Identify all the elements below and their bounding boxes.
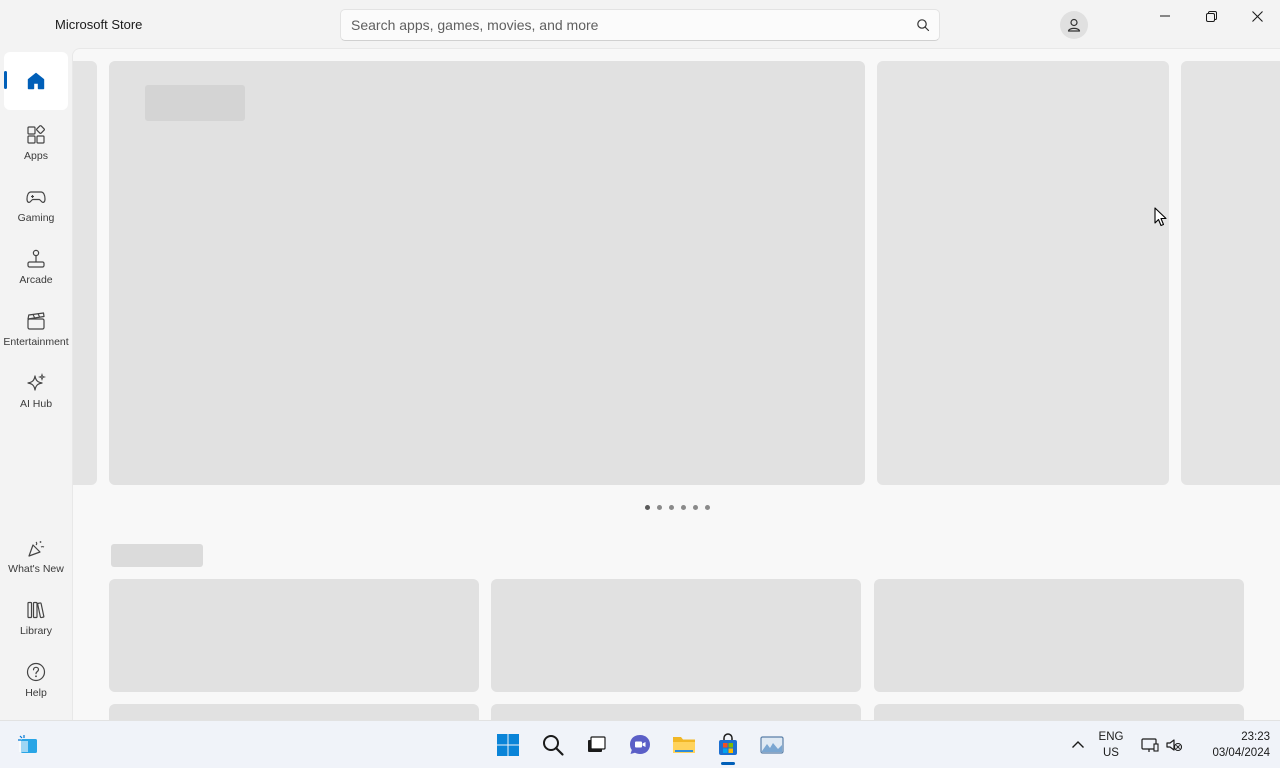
- sidebar-item-home[interactable]: [4, 52, 68, 110]
- account-avatar[interactable]: [1060, 11, 1088, 39]
- sidebar-item-gaming[interactable]: Gaming: [4, 176, 68, 234]
- sidebar-item-help[interactable]: Help: [4, 651, 68, 709]
- sidebar-item-apps[interactable]: Apps: [4, 114, 68, 172]
- photos-button[interactable]: [756, 729, 788, 761]
- help-icon: [26, 662, 46, 682]
- carousel-pagination: [645, 505, 710, 510]
- microsoft-store-taskbar-button[interactable]: [712, 729, 744, 765]
- carousel-dot[interactable]: [693, 505, 698, 510]
- carousel-dot[interactable]: [705, 505, 710, 510]
- photos-icon: [760, 736, 784, 754]
- clock-date: 03/04/2024: [1212, 747, 1270, 759]
- minimize-button[interactable]: [1142, 0, 1188, 32]
- product-card[interactable]: [874, 579, 1244, 692]
- hero-card-previous[interactable]: [73, 61, 97, 485]
- hero-card-next[interactable]: [877, 61, 1169, 485]
- sidebar-item-library[interactable]: Library: [4, 589, 68, 647]
- library-icon: [27, 601, 45, 619]
- title-bar: Microsoft Store: [0, 0, 1280, 48]
- sidebar-item-label: What's New: [8, 563, 64, 575]
- main-content: [72, 48, 1280, 720]
- search-icon: [543, 735, 564, 756]
- minimize-icon: [1160, 15, 1170, 17]
- windows-logo-icon: [497, 734, 519, 756]
- taskbar: ENG US 23:23 03/04/2024: [0, 720, 1280, 768]
- gamepad-icon: [26, 191, 46, 203]
- start-button[interactable]: [492, 729, 524, 761]
- sidebar-item-whats-new[interactable]: What's New: [4, 527, 68, 585]
- sidebar-item-label: Library: [19, 625, 53, 637]
- task-view-button[interactable]: [580, 729, 612, 761]
- sidebar-item-entertainment[interactable]: Entertainment: [3, 300, 69, 358]
- widgets-button[interactable]: [12, 729, 44, 761]
- hero-card-peek[interactable]: [1181, 61, 1280, 485]
- app-title: Microsoft Store: [55, 17, 143, 32]
- carousel-dot[interactable]: [681, 505, 686, 510]
- product-card[interactable]: [109, 704, 479, 720]
- party-popper-icon: [28, 541, 45, 557]
- sidebar-item-label: AI Hub: [19, 398, 53, 410]
- sidebar-item-label: Gaming: [17, 212, 55, 224]
- chevron-up-icon: [1072, 741, 1084, 748]
- sidebar-item-label: Apps: [24, 150, 48, 162]
- sidebar-item-label: Help: [25, 687, 47, 699]
- teams-chat-button[interactable]: [624, 729, 656, 761]
- carousel-dot[interactable]: [645, 505, 650, 510]
- section-heading-placeholder: [111, 544, 203, 567]
- region-code: US: [1103, 747, 1119, 759]
- search-taskbar-button[interactable]: [537, 729, 569, 761]
- active-indicator: [4, 71, 7, 89]
- sidebar-item-label: Arcade: [19, 274, 53, 286]
- search-box[interactable]: [340, 9, 940, 41]
- joystick-icon: [27, 249, 45, 268]
- volume-muted-icon: [1166, 739, 1183, 752]
- task-view-icon: [588, 736, 606, 752]
- sidebar-item-arcade[interactable]: Arcade: [4, 238, 68, 296]
- sparkle-icon: [27, 373, 46, 391]
- volume-status-button[interactable]: [1158, 729, 1190, 761]
- carousel-dot[interactable]: [657, 505, 662, 510]
- restore-icon: [1205, 10, 1217, 22]
- show-hidden-icons-button[interactable]: [1062, 729, 1094, 761]
- search-input[interactable]: [341, 10, 939, 40]
- active-app-indicator: [721, 762, 735, 765]
- sidebar-nav: Apps Gaming Arcade Entertainment AI Hub …: [0, 48, 72, 720]
- home-icon: [27, 72, 45, 90]
- language-indicator[interactable]: ENG US: [1094, 729, 1128, 761]
- search-icon[interactable]: [916, 18, 930, 32]
- product-card[interactable]: [491, 704, 861, 720]
- store-icon: [719, 733, 737, 755]
- sidebar-item-label: Entertainment: [3, 336, 69, 348]
- widgets-icon: [18, 735, 37, 753]
- carousel-dot[interactable]: [669, 505, 674, 510]
- restore-button[interactable]: [1188, 0, 1234, 32]
- folder-icon: [673, 737, 695, 753]
- network-icon: [1141, 738, 1159, 752]
- hero-card-main[interactable]: [109, 61, 865, 485]
- chat-icon: [630, 735, 650, 754]
- hero-title-placeholder: [145, 85, 245, 121]
- product-card[interactable]: [491, 579, 861, 692]
- clock-time: 23:23: [1241, 731, 1270, 743]
- product-card[interactable]: [874, 704, 1244, 720]
- apps-icon: [27, 125, 45, 144]
- close-icon: [1251, 10, 1263, 22]
- file-explorer-button[interactable]: [668, 729, 700, 761]
- mouse-cursor-icon: [1154, 207, 1167, 227]
- sidebar-item-ai-hub[interactable]: AI Hub: [4, 362, 68, 420]
- close-button[interactable]: [1234, 0, 1280, 32]
- clapperboard-icon: [27, 312, 45, 330]
- language-code: ENG: [1098, 731, 1124, 743]
- clock[interactable]: 23:23 03/04/2024: [1196, 729, 1270, 761]
- user-icon: [1067, 18, 1081, 32]
- product-card[interactable]: [109, 579, 479, 692]
